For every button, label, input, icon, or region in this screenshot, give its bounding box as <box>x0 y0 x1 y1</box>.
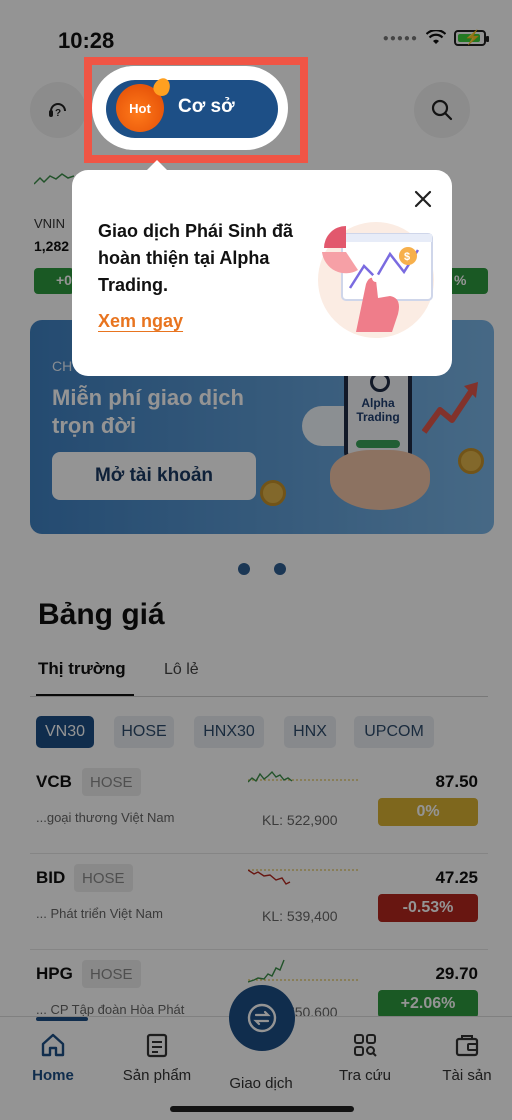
svg-text:$: $ <box>404 251 410 263</box>
phone-illustration: Alpha Trading <box>344 362 412 462</box>
stock-sparkline <box>248 869 358 885</box>
popup-message: Giao dịch Phái Sinh đã hoàn thiện tại Al… <box>98 221 294 295</box>
document-icon <box>146 1033 168 1058</box>
search-icon <box>431 99 453 121</box>
nav-trade[interactable]: Giao dịch <box>216 1067 306 1092</box>
stock-change: +2.06% <box>378 990 478 1018</box>
stock-volume: KL: 522,900 <box>262 812 338 828</box>
support-button[interactable]: ? <box>30 82 86 138</box>
close-icon[interactable] <box>410 186 436 212</box>
hand-illustration <box>330 450 430 510</box>
mode-switch-button-spotlight[interactable]: Hot Cơ sở <box>106 75 278 138</box>
index-value: 1,282 <box>34 238 70 254</box>
tab-odd-lot[interactable]: Lô lẻ <box>164 661 199 679</box>
nav-products[interactable]: Sản phẩm <box>112 1031 202 1084</box>
coin-icon <box>458 448 484 474</box>
stock-row[interactable]: VCB HOSE ...goại thương Việt Nam KL: 522… <box>30 758 488 854</box>
stock-row[interactable]: BID HOSE ... Phát triển Việt Nam KL: 539… <box>30 854 488 950</box>
hot-badge: Hot <box>116 75 174 132</box>
banner-kicker: CH <box>52 358 73 374</box>
index-change: +0 <box>34 268 74 294</box>
stock-company: ... CP Tập đoàn Hòa Phát <box>36 1002 185 1017</box>
status-icons: ●●●●● ⚡ <box>382 29 489 46</box>
wifi-icon <box>426 30 446 44</box>
stock-exchange: HOSE <box>82 960 141 988</box>
tab-market[interactable]: Thị trường <box>38 659 126 679</box>
exchange-icon <box>247 1003 277 1033</box>
stock-exchange: HOSE <box>82 768 141 796</box>
chip-upcom[interactable]: UPCOM <box>354 716 434 748</box>
stock-price: 87.50 <box>435 772 478 791</box>
stock-sparkline <box>248 959 358 983</box>
mode-label: Cơ sở <box>178 96 235 117</box>
stock-change: -0.53% <box>378 894 478 922</box>
stock-price: 29.70 <box>435 964 478 983</box>
carousel-dots[interactable] <box>238 563 286 575</box>
search-grid-icon <box>354 1034 377 1057</box>
carousel-dot[interactable] <box>238 563 250 575</box>
nav-lookup[interactable]: Tra cứu <box>320 1031 410 1084</box>
index-change-right: % <box>448 268 488 294</box>
chip-vn30[interactable]: VN30 <box>36 716 94 748</box>
home-indicator <box>170 1106 354 1112</box>
chip-hnx30[interactable]: HNX30 <box>194 716 264 748</box>
open-account-button[interactable]: Mở tài khoản <box>52 452 256 500</box>
phone-brand: Alpha Trading <box>356 396 400 424</box>
app-screen: 10:28 ●●●●● ⚡ ? Hot Cơ sở <box>0 0 512 1120</box>
price-board-title: Bảng giá <box>38 598 165 631</box>
nav-assets[interactable]: Tài sản <box>422 1031 512 1084</box>
stock-company: ...goại thương Việt Nam <box>36 810 175 825</box>
status-time: 10:28 <box>58 28 115 53</box>
stock-company: ... Phát triển Việt Nam <box>36 906 163 921</box>
stock-symbol: HPG <box>36 964 73 983</box>
stock-symbol: VCB <box>36 772 72 791</box>
index-name: VNIN <box>34 216 66 231</box>
feature-popup: Giao dịch Phái Sinh đã hoàn thiện tại Al… <box>72 170 452 376</box>
trading-illustration-icon: $ <box>318 222 434 338</box>
carousel-dot[interactable] <box>274 563 286 575</box>
nav-active-indicator <box>36 1017 88 1021</box>
chip-hnx[interactable]: HNX <box>284 716 336 748</box>
support-icon: ? <box>49 103 66 119</box>
view-now-link[interactable]: Xem ngay <box>98 311 183 332</box>
wallet-icon <box>455 1035 479 1057</box>
trade-fab-button[interactable] <box>229 985 295 1051</box>
stock-change: 0% <box>378 798 478 826</box>
index-sparkline <box>34 173 74 185</box>
tab-divider <box>30 696 488 697</box>
stock-volume: KL: 539,400 <box>262 908 338 924</box>
growth-arrow-icon <box>422 382 478 434</box>
stock-price: 47.25 <box>435 868 478 887</box>
coin-icon <box>260 480 286 506</box>
search-button[interactable] <box>414 82 470 138</box>
stock-sparkline <box>248 770 358 783</box>
banner-title: Miễn phí giao dịch trọn đời <box>52 385 244 438</box>
nav-home[interactable]: Home <box>8 1031 98 1084</box>
home-icon <box>41 1033 65 1057</box>
chip-hose[interactable]: HOSE <box>114 716 174 748</box>
signal-icon: ●●●●● <box>382 32 418 44</box>
svg-text:?: ? <box>55 108 61 119</box>
battery-icon: ⚡ <box>454 29 489 46</box>
stock-symbol: BID <box>36 868 66 887</box>
stock-exchange: HOSE <box>74 864 133 892</box>
